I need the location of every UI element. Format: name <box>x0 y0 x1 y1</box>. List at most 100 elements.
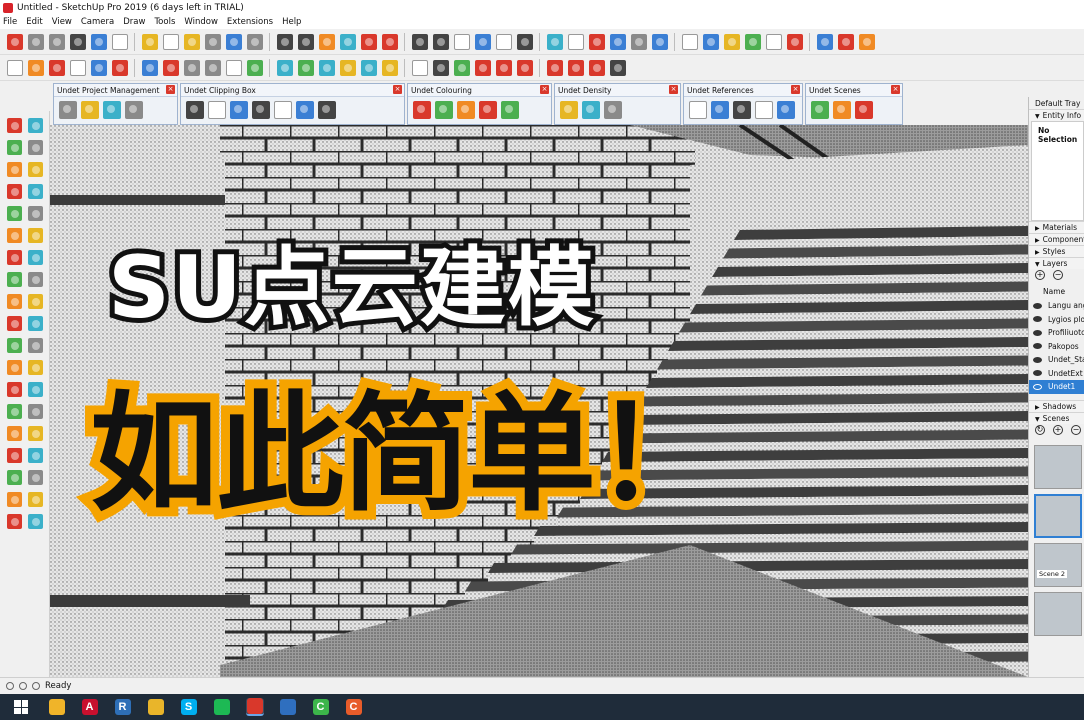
close-icon[interactable]: × <box>540 85 549 94</box>
menu-item-tools[interactable]: Tools <box>154 17 175 27</box>
warehouse-icon[interactable] <box>411 33 428 50</box>
material-icon[interactable] <box>339 33 356 50</box>
close-icon[interactable]: × <box>393 85 402 94</box>
clip-box-hide-icon[interactable] <box>274 101 292 119</box>
text-icon[interactable] <box>27 360 43 375</box>
tray-section-materials[interactable]: ▶ Materials <box>1029 221 1084 233</box>
line-icon[interactable] <box>90 59 107 76</box>
ref-edge-icon[interactable] <box>755 101 773 119</box>
arc3-icon[interactable] <box>27 250 43 265</box>
camtasia-recorder-icon[interactable]: C <box>345 698 363 716</box>
position-camera-icon[interactable] <box>516 59 533 76</box>
select-arrow-icon[interactable] <box>6 59 23 76</box>
scene-add-icon[interactable] <box>811 101 829 119</box>
section-icon[interactable] <box>27 492 43 507</box>
visibility-eye-icon[interactable] <box>1033 370 1042 377</box>
add-scene-icon[interactable]: + <box>1053 424 1063 435</box>
push-pull2-icon[interactable] <box>183 59 200 76</box>
geo-location-icon[interactable] <box>6 682 14 690</box>
layer-row[interactable]: Profiliuotos <box>1029 326 1084 340</box>
zoom-icon[interactable] <box>381 59 398 76</box>
scale2-icon[interactable] <box>246 59 263 76</box>
arc2-icon[interactable] <box>6 250 22 265</box>
density-low-icon[interactable] <box>560 101 578 119</box>
remove-scene-icon[interactable]: − <box>1071 424 1081 435</box>
paste-icon[interactable] <box>111 33 128 50</box>
dimension-icon[interactable] <box>27 338 43 353</box>
section-plane-icon[interactable] <box>432 59 449 76</box>
layer-row[interactable]: Langu angos <box>1029 299 1084 313</box>
download-icon[interactable] <box>546 33 563 50</box>
house-front-icon[interactable] <box>453 33 470 50</box>
rotate-icon[interactable] <box>609 33 626 50</box>
cube-view-icon[interactable] <box>588 59 605 76</box>
look-around-icon[interactable] <box>495 59 512 76</box>
layer-row[interactable]: Pakopos <box>1029 340 1084 354</box>
menu-item-camera[interactable]: Camera <box>81 17 114 27</box>
visibility-eye-icon[interactable] <box>1033 329 1042 336</box>
3d-warehouse-icon[interactable] <box>6 514 22 529</box>
paint-bucket-icon[interactable] <box>48 59 65 76</box>
pan-icon[interactable] <box>360 59 377 76</box>
cut-icon[interactable] <box>69 33 86 50</box>
rotate-icon[interactable] <box>6 294 22 309</box>
close-icon[interactable]: × <box>891 85 900 94</box>
layer-row[interactable]: Undet_Sta <box>1029 353 1084 367</box>
layer-row[interactable]: Undet1 <box>1029 380 1084 394</box>
clip-box-icon[interactable] <box>186 101 204 119</box>
component-icon[interactable] <box>27 118 43 133</box>
density-high-icon[interactable] <box>604 101 622 119</box>
zoom-icon[interactable] <box>6 426 22 441</box>
push-pull-icon[interactable] <box>588 33 605 50</box>
eraser-icon[interactable] <box>69 59 86 76</box>
clip-box-edit-icon[interactable] <box>318 101 336 119</box>
previous-icon[interactable] <box>27 448 43 463</box>
visibility-eye-icon[interactable] <box>1033 383 1042 390</box>
axes-icon[interactable] <box>6 382 22 397</box>
text2-icon[interactable] <box>297 59 314 76</box>
freehand-icon[interactable] <box>27 162 43 177</box>
menu-item-file[interactable]: File <box>3 17 17 27</box>
instructor-icon[interactable] <box>32 682 40 690</box>
ref-plane-icon[interactable] <box>777 101 795 119</box>
print-icon[interactable] <box>204 33 221 50</box>
home-icon[interactable] <box>432 33 449 50</box>
revit-icon[interactable]: R <box>114 698 132 716</box>
protractor-icon[interactable] <box>6 360 22 375</box>
copy-icon[interactable] <box>90 33 107 50</box>
palette-class-icon[interactable] <box>501 101 519 119</box>
shape-icon[interactable] <box>162 59 179 76</box>
visibility-eye-icon[interactable] <box>1033 356 1042 363</box>
undo-icon[interactable] <box>162 33 179 50</box>
entity-info-section[interactable]: ▼ Entity Info <box>1029 109 1084 121</box>
rotate2-icon[interactable] <box>225 59 242 76</box>
walk-icon[interactable] <box>6 492 22 507</box>
clip-box-remove-icon[interactable] <box>230 101 248 119</box>
home-view-icon[interactable] <box>609 59 626 76</box>
pencil-icon[interactable] <box>111 59 128 76</box>
menu-item-window[interactable]: Window <box>184 17 218 27</box>
extension-icon[interactable] <box>858 33 875 50</box>
scene-thumbnail[interactable] <box>1034 591 1082 636</box>
section-icon[interactable] <box>297 33 314 50</box>
outlook-icon[interactable] <box>279 698 297 716</box>
model-info-icon[interactable] <box>225 33 242 50</box>
redo-icon[interactable] <box>183 33 200 50</box>
zoom-extents-icon[interactable] <box>6 448 22 463</box>
open-file-icon[interactable] <box>27 33 44 50</box>
tray-section-styles[interactable]: ▶ Styles <box>1029 245 1084 257</box>
chrome-icon[interactable] <box>147 698 165 716</box>
select-cursor-icon[interactable] <box>6 33 23 50</box>
orbit-icon[interactable] <box>339 59 356 76</box>
ref-line-icon[interactable] <box>711 101 729 119</box>
add-pointcloud-icon[interactable] <box>81 101 99 119</box>
scale-icon[interactable] <box>651 33 668 50</box>
move2-icon[interactable] <box>204 59 221 76</box>
select-icon[interactable] <box>6 118 22 133</box>
component-icon[interactable] <box>381 33 398 50</box>
push-pull-icon[interactable] <box>27 272 43 287</box>
scene-thumbnail[interactable] <box>1034 493 1082 538</box>
autocad-icon[interactable]: A <box>81 698 99 716</box>
credits-icon[interactable] <box>19 682 27 690</box>
remove-layer-icon[interactable]: − <box>1053 270 1063 280</box>
